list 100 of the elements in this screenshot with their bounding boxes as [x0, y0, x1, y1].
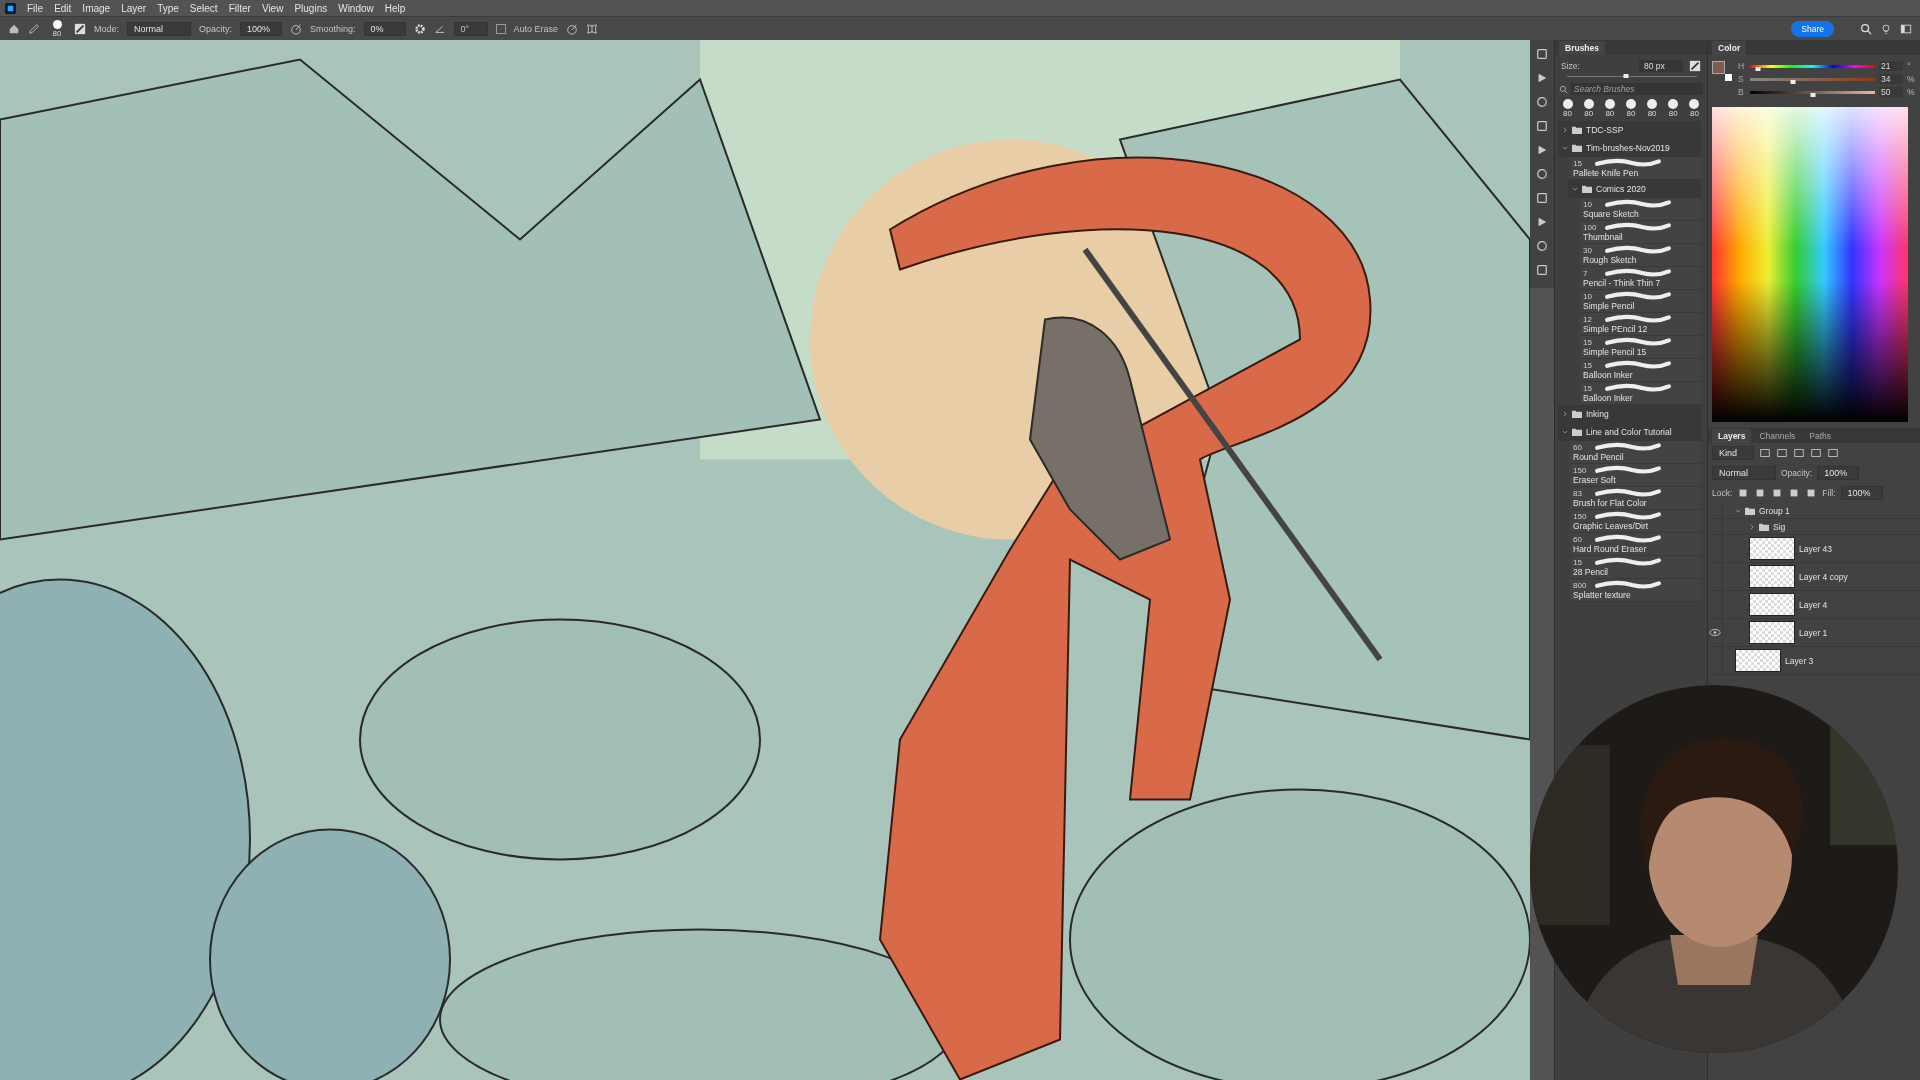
menu-item[interactable]: Edit — [54, 2, 72, 14]
brush-folder[interactable]: Line and Color Tutorial — [1558, 423, 1701, 441]
home-icon[interactable] — [8, 22, 20, 35]
brush-panel-icon[interactable] — [1689, 60, 1701, 72]
brush-item[interactable]: 150 Eraser Soft — [1570, 464, 1701, 487]
auto-erase-checkbox[interactable] — [495, 23, 506, 34]
menu-item[interactable]: Plugins — [294, 2, 328, 14]
panel-tab[interactable]: Layers — [1712, 429, 1752, 443]
brush-item[interactable]: 15 Balloon Inker — [1580, 382, 1701, 405]
brush-item[interactable]: 83 Brush for Flat Color — [1570, 487, 1701, 510]
brush-name: Rough Sketch — [1583, 255, 1638, 265]
opacity-field[interactable]: 100% — [1817, 466, 1860, 480]
angle-field[interactable]: 0° — [453, 21, 488, 36]
value-field[interactable]: 34 — [1879, 74, 1903, 84]
chevron-icon — [1572, 186, 1578, 192]
brush-item[interactable]: 15 28 Pencil — [1570, 556, 1701, 579]
layer-name: Group 1 — [1759, 505, 1790, 516]
brush-folder[interactable]: Comics 2020 — [1568, 180, 1701, 198]
chevron-icon — [1562, 411, 1568, 417]
brush-item[interactable]: 30 Rough Sketch — [1580, 244, 1701, 267]
brush-item[interactable]: 150 Graphic Leaves/Dirt — [1570, 510, 1701, 533]
filter-dropdown[interactable]: Kind — [1712, 446, 1754, 460]
folder-name: TDC-SSP — [1586, 125, 1624, 135]
layer-row[interactable]: Layer 1 — [1708, 619, 1920, 647]
layer-row[interactable]: Layer 4 — [1708, 591, 1920, 619]
size-field[interactable]: 80 px — [1639, 60, 1683, 72]
brush-item[interactable]: 60 Hard Round Eraser — [1570, 533, 1701, 556]
play-icon[interactable] — [1536, 72, 1548, 84]
search-field[interactable]: Search Brushes — [1571, 83, 1703, 95]
smoothing-field[interactable]: 0% — [363, 21, 406, 36]
layer-row[interactable]: Layer 43 — [1708, 535, 1920, 563]
unit-label: ° — [1907, 61, 1912, 71]
menu-item[interactable]: Help — [384, 2, 406, 14]
brush-folder[interactable]: TDC-SSP — [1558, 121, 1701, 139]
eye-icon[interactable] — [1709, 628, 1721, 637]
brush-item[interactable]: 15 Pallete Knife Pen — [1570, 157, 1701, 180]
color-slider[interactable] — [1750, 90, 1875, 94]
menu-item[interactable]: Filter — [228, 2, 251, 14]
brush-item[interactable]: 7 Pencil - Think Thin 7 — [1580, 267, 1701, 290]
brush-panel-icon[interactable] — [74, 22, 86, 35]
menu-item[interactable]: Type — [157, 2, 179, 14]
fill-field[interactable]: 100% — [1840, 486, 1883, 500]
app-logo-icon[interactable] — [5, 2, 16, 14]
menu-item[interactable]: Select — [189, 2, 218, 14]
value-field[interactable]: 50 — [1879, 87, 1903, 97]
pressure-size-icon[interactable] — [566, 22, 579, 35]
brush-name: Eraser Soft — [1573, 475, 1617, 485]
brush-item[interactable]: 10 Square Sketch — [1580, 198, 1701, 221]
background-swatch[interactable] — [1725, 74, 1732, 81]
menu-item[interactable]: View — [261, 2, 284, 14]
lightbulb-icon[interactable] — [1880, 22, 1892, 35]
folder-name: Comics 2020 — [1596, 184, 1646, 194]
unit-label: % — [1907, 87, 1916, 97]
opacity-field[interactable]: 100% — [240, 21, 283, 36]
brush-preset-picker[interactable]: 80 — [48, 19, 66, 38]
brush-stroke-preview — [1603, 245, 1673, 255]
brush-item[interactable]: 10 Simple Pencil — [1580, 290, 1701, 313]
layer-row[interactable]: Layer 4 copy — [1708, 563, 1920, 591]
brush-item[interactable]: 15 Balloon Inker — [1580, 359, 1701, 382]
foreground-swatch[interactable] — [1712, 61, 1725, 74]
slider-label: H — [1738, 61, 1746, 71]
brush-folder[interactable]: Inking — [1558, 405, 1701, 423]
color-spectrum[interactable] — [1712, 107, 1908, 422]
brush-item[interactable]: 15 Simple Pencil 15 — [1580, 336, 1701, 359]
brush-stroke-preview — [1603, 337, 1673, 347]
brush-item[interactable]: 60 Round Pencil — [1570, 441, 1701, 464]
brush-name: Square Sketch — [1583, 209, 1640, 219]
brush-stroke-preview — [1603, 222, 1673, 232]
color-slider[interactable] — [1750, 64, 1875, 68]
search-icon[interactable] — [1860, 22, 1872, 35]
pressure-icon[interactable] — [290, 22, 303, 35]
brush-item[interactable]: 100 Thumbnail — [1580, 221, 1701, 244]
workspace-icon[interactable] — [1900, 22, 1912, 35]
chevron-icon[interactable] — [1735, 507, 1741, 514]
chevron-icon[interactable] — [1749, 523, 1755, 530]
color-slider[interactable] — [1750, 77, 1875, 81]
menu-item[interactable]: Image — [82, 2, 111, 14]
panel-tab[interactable]: Paths — [1803, 429, 1838, 443]
panel-tab[interactable]: Brushes — [1559, 41, 1605, 55]
brush-folder[interactable]: Tim-brushes-Nov2019 — [1558, 139, 1701, 157]
blend-mode-dropdown[interactable]: Normal — [1712, 466, 1776, 480]
layer-row[interactable]: Group 1 — [1708, 503, 1920, 519]
mode-dropdown[interactable]: Normal — [127, 21, 191, 36]
layer-row[interactable]: Sig — [1708, 519, 1920, 535]
panel-tab[interactable]: Color — [1712, 41, 1747, 55]
layer-row[interactable]: Layer 3 — [1708, 647, 1920, 675]
menu-item[interactable]: Layer — [121, 2, 147, 14]
value-field[interactable]: 21 — [1879, 61, 1903, 71]
brush-name: Balloon Inker — [1583, 370, 1634, 380]
brush-item[interactable]: 800 Splatter texture — [1570, 579, 1701, 602]
share-button[interactable]: Share — [1791, 20, 1834, 37]
menu-item[interactable]: File — [27, 2, 44, 14]
symmetry-icon[interactable] — [586, 22, 599, 35]
settings-icon[interactable] — [413, 22, 426, 35]
panel-tab[interactable]: Channels — [1753, 429, 1802, 443]
layer-name: Layer 1 — [1799, 627, 1828, 638]
brush-item[interactable]: 12 Simple PEncil 12 — [1580, 313, 1701, 336]
menu-item[interactable]: Window — [338, 2, 374, 14]
pencil-icon[interactable] — [28, 22, 40, 35]
brush-stroke-preview — [1593, 534, 1663, 544]
